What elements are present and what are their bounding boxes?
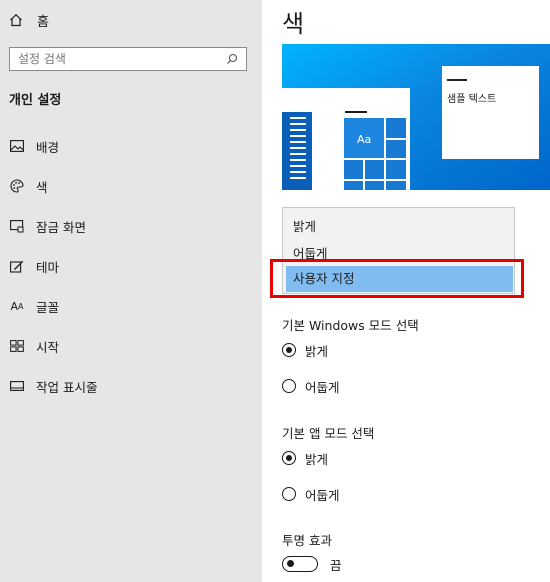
transparency-toggle-row: 끔 [282,555,342,573]
sidebar-item-label: 테마 [36,259,60,275]
sidebar-item-label: 잠금 화면 [36,219,86,235]
app-mode-dark-radio[interactable]: 어둡게 [282,485,340,503]
sidebar-item-color[interactable]: 색 [9,176,48,196]
sidebar-item-start[interactable]: 시작 [9,336,59,356]
sidebar-item-label: 글꼴 [36,299,60,315]
home-label: 홈 [37,14,49,30]
picture-icon [9,138,25,154]
radio-checked-icon [282,451,296,465]
preview-window: 샘플 텍스트 [442,66,539,159]
radio-label: 어둡게 [305,487,340,503]
search-box[interactable] [9,47,247,71]
sidebar-item-lock-screen[interactable]: 잠금 화면 [9,216,86,236]
sidebar-item-theme[interactable]: 테마 [9,256,59,276]
color-preview: Aa 샘플 텍스트 [282,44,550,190]
start-icon [9,338,25,354]
lock-screen-icon [9,218,25,234]
preview-tile-text: Aa [357,133,372,146]
main-panel: 색 Aa 샘플 텍스트 밝게 어둡게 사용자 지정 기본 Windows 모드 … [262,0,550,582]
theme-icon [9,258,25,274]
font-icon: AA [10,299,24,313]
sidebar-item-taskbar[interactable]: 작업 표시줄 [9,376,97,396]
search-input[interactable] [18,52,226,66]
transparency-toggle[interactable] [282,556,318,572]
sidebar-item-background[interactable]: 배경 [9,136,59,156]
highlight-box [270,259,524,298]
home-nav-item[interactable]: 홈 [9,10,49,30]
search-icon[interactable] [226,53,238,65]
page-title: 색 [282,10,305,38]
radio-checked-icon [282,343,296,357]
section-title: 개인 설정 [9,93,62,108]
dropdown-option-light[interactable]: 밝게 [293,216,316,235]
taskbar-icon [9,378,25,394]
transparency-label: 투명 효과 [282,533,332,548]
sidebar-item-label: 시작 [36,339,60,355]
home-icon [10,13,22,27]
radio-label: 밝게 [305,451,329,467]
sidebar-item-label: 색 [36,179,48,195]
sidebar: 홈 개인 설정 배경 색 잠금 화면 테마 AA 글꼴 [0,0,262,582]
radio-label: 밝게 [305,343,329,359]
radio-label: 어둡게 [305,379,340,395]
sidebar-item-label: 작업 표시줄 [36,379,98,395]
palette-icon [9,178,25,194]
toggle-state-label: 끔 [330,557,342,573]
windows-mode-dark-radio[interactable]: 어둡게 [282,377,340,395]
radio-unchecked-icon [282,487,296,501]
app-mode-label: 기본 앱 모드 선택 [282,426,375,441]
windows-mode-label: 기본 Windows 모드 선택 [282,318,419,333]
radio-unchecked-icon [282,379,296,393]
sidebar-item-label: 배경 [36,139,60,155]
app-mode-light-radio[interactable]: 밝게 [282,449,328,467]
preview-sample-text: 샘플 텍스트 [447,94,497,105]
windows-mode-light-radio[interactable]: 밝게 [282,341,328,359]
sidebar-item-fonts[interactable]: AA 글꼴 [9,296,59,316]
toggle-knob [287,560,294,567]
